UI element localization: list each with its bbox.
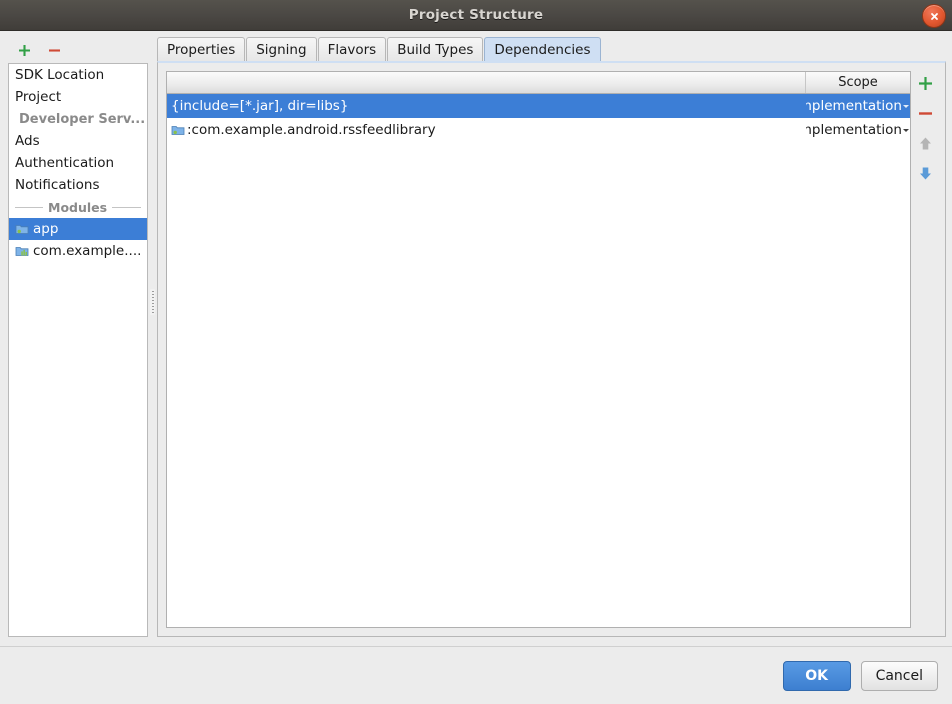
add-module-button[interactable]: [16, 42, 32, 58]
dependencies-panel: Scope {include=[*.jar], dir=libs} Implem…: [157, 61, 946, 637]
sidebar-modules-label: Modules: [48, 199, 108, 215]
tab-bar: Properties Signing Flavors Build Types D…: [157, 37, 946, 61]
cell-dependency-name: :com.example.android.rssfeedlibrary: [167, 122, 806, 138]
sidebar-item-label: Developer Serv...: [19, 111, 146, 127]
sidebar-item-label: Notifications: [15, 177, 100, 193]
android-module-icon: [15, 222, 29, 236]
sidebar-item-label: SDK Location: [15, 67, 105, 83]
tab-flavors[interactable]: Flavors: [317, 37, 387, 61]
separator-line-right: [112, 206, 141, 208]
sidebar-item-developer-services[interactable]: Developer Serv...: [9, 108, 147, 130]
table-body: {include=[*.jar], dir=libs} Implementati…: [167, 94, 910, 627]
project-structure-dialog: Project Structure SDK Location Project D…: [0, 0, 952, 704]
sidebar-item-label: com.example....: [33, 243, 142, 259]
library-module-icon: [15, 244, 29, 258]
move-down-button[interactable]: [914, 163, 936, 183]
cell-dependency-name: {include=[*.jar], dir=libs}: [171, 98, 349, 114]
column-header-scope[interactable]: Scope: [806, 72, 910, 93]
dependencies-toolbar: [911, 71, 939, 628]
sidebar-item-module-library[interactable]: com.example....: [9, 240, 147, 262]
table-row[interactable]: :com.example.android.rssfeedlibrary Impl…: [167, 118, 910, 142]
scope-value: Implementation: [806, 122, 902, 138]
table-row[interactable]: {include=[*.jar], dir=libs} Implementati…: [167, 94, 910, 118]
cancel-button[interactable]: Cancel: [860, 660, 938, 691]
table-header: Scope: [167, 72, 910, 94]
tab-signing[interactable]: Signing: [246, 37, 317, 61]
dependencies-panel-inner: Scope {include=[*.jar], dir=libs} Implem…: [158, 63, 945, 636]
chevron-down-icon: [903, 128, 909, 132]
tab-dependencies[interactable]: Dependencies: [484, 37, 601, 61]
title-bar: Project Structure: [0, 0, 952, 31]
splitter-handle[interactable]: [150, 289, 155, 315]
ok-button[interactable]: OK: [782, 660, 851, 691]
sidebar-item-label: Ads: [15, 133, 40, 149]
cell-dependency-scope[interactable]: Implementation: [806, 122, 910, 138]
module-dependency-icon: [171, 123, 185, 137]
window-title: Project Structure: [408, 7, 544, 23]
tab-properties[interactable]: Properties: [157, 37, 246, 61]
sidebar-item-label: Project: [15, 89, 62, 105]
dependency-name-text: :com.example.android.rssfeedlibrary: [187, 122, 436, 138]
move-up-button[interactable]: [914, 133, 936, 153]
column-header-name[interactable]: [167, 72, 806, 93]
left-panel: SDK Location Project Developer Serv... A…: [0, 31, 148, 646]
add-dependency-button[interactable]: [914, 73, 936, 93]
right-panel: Properties Signing Flavors Build Types D…: [157, 31, 952, 646]
close-icon[interactable]: [922, 4, 946, 28]
sidebar-item-sdk-location[interactable]: SDK Location: [9, 64, 147, 86]
separator-line-left: [15, 206, 43, 208]
sidebar-toolbar: [8, 37, 148, 63]
sidebar-modules-separator: Modules: [9, 196, 147, 218]
sidebar-item-ads[interactable]: Ads: [9, 130, 147, 152]
remove-dependency-button[interactable]: [914, 103, 936, 123]
sidebar-item-module-app[interactable]: app: [9, 218, 147, 240]
tab-label: Properties: [167, 41, 236, 58]
sidebar-item-project[interactable]: Project: [9, 86, 147, 108]
tab-label: Signing: [256, 41, 307, 58]
dialog-body: SDK Location Project Developer Serv... A…: [0, 31, 952, 646]
remove-module-button[interactable]: [46, 42, 62, 58]
chevron-down-icon: [903, 104, 909, 108]
dependencies-table[interactable]: Scope {include=[*.jar], dir=libs} Implem…: [166, 71, 911, 628]
sidebar-item-notifications[interactable]: Notifications: [9, 174, 147, 196]
scope-value: Implementation: [806, 98, 902, 114]
tab-label: Flavors: [327, 41, 377, 58]
panel-splitter[interactable]: [148, 31, 157, 646]
sidebar-item-label: app: [33, 221, 59, 237]
sidebar-item-authentication[interactable]: Authentication: [9, 152, 147, 174]
cell-dependency-scope[interactable]: Implementation: [806, 98, 910, 114]
dialog-footer: OK Cancel: [0, 646, 952, 704]
tab-label: Build Types: [397, 41, 474, 58]
sidebar-item-label: Authentication: [15, 155, 115, 171]
tab-label: Dependencies: [494, 41, 591, 58]
sidebar-list[interactable]: SDK Location Project Developer Serv... A…: [8, 63, 148, 637]
tab-build-types[interactable]: Build Types: [387, 37, 484, 61]
